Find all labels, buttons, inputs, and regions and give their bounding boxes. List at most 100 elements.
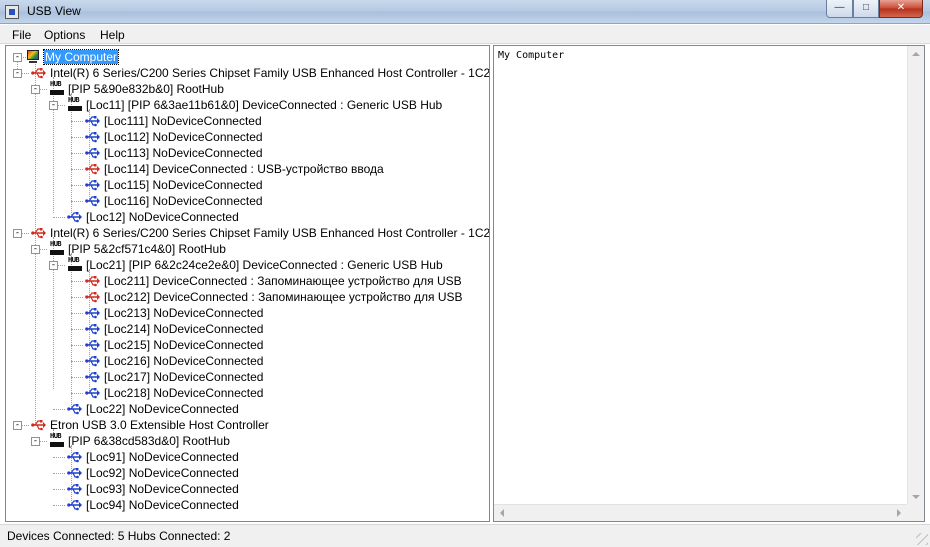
horizontal-scrollbar[interactable] [494, 504, 907, 521]
usb-port-icon [67, 402, 83, 416]
usb-port-icon [67, 210, 83, 224]
usb-port-icon [67, 482, 83, 496]
detail-pane[interactable]: My Computer [493, 45, 925, 522]
tree-node-label: [Loc213] NoDeviceConnected [104, 306, 264, 320]
tree-node-label: [Loc212] DeviceConnected : Запоминающее … [104, 290, 463, 304]
menu-help[interactable]: Help [100, 28, 125, 42]
resize-grip-icon[interactable] [916, 533, 928, 545]
tree-node-label: My Computer [42, 49, 120, 65]
usb-device-connected-icon [31, 66, 47, 80]
tree-node[interactable]: [Loc113] NoDeviceConnected [6, 145, 486, 161]
app-icon [5, 5, 19, 19]
collapse-toggle-icon[interactable]: - [31, 85, 40, 94]
usb-device-connected-icon [85, 162, 101, 176]
tree-node-label: [Loc12] NoDeviceConnected [86, 210, 239, 224]
scroll-down-icon[interactable] [912, 495, 920, 499]
minimize-button[interactable]: — [826, 0, 853, 18]
tree-node-label: [Loc115] NoDeviceConnected [104, 178, 263, 192]
tree-node[interactable]: [Loc92] NoDeviceConnected [6, 465, 486, 481]
tree-node-label: [Loc92] NoDeviceConnected [86, 466, 239, 480]
menu-options[interactable]: Options [44, 28, 85, 42]
tree-node[interactable]: - HUB [Loc21] [PIP 6&2c24ce2e&0] DeviceCon… [6, 257, 486, 273]
tree-node-label: Etron USB 3.0 Extensible Host Controller [50, 418, 269, 432]
usb-hub-icon: HUB [49, 433, 65, 448]
tree-node-label: [Loc215] NoDeviceConnected [104, 338, 264, 352]
tree-node[interactable]: - HUB [PIP 6&38cd583d&0] RootHub [6, 433, 486, 449]
usb-port-icon [85, 130, 101, 144]
tree-node-label: [Loc93] NoDeviceConnected [86, 482, 239, 496]
device-tree[interactable]: - My Computer - Intel(R) 6 Series/C200 Seri… [5, 45, 490, 522]
usb-hub-icon: HUB [67, 97, 83, 112]
tree-node-label: [Loc91] NoDeviceConnected [86, 450, 239, 464]
tree-node-label: [Loc94] NoDeviceConnected [86, 498, 239, 512]
scroll-right-icon[interactable] [897, 509, 901, 517]
tree-node-label: [PIP 5&2cf571c4&0] RootHub [68, 242, 226, 256]
tree-node[interactable]: [Loc213] NoDeviceConnected [6, 305, 486, 321]
tree-node-label: [Loc211] DeviceConnected : Запоминающее … [104, 274, 462, 288]
tree-node[interactable]: [Loc111] NoDeviceConnected [6, 113, 486, 129]
usb-device-connected-icon [85, 274, 101, 288]
collapse-toggle-icon[interactable]: - [31, 437, 40, 446]
tree-node[interactable]: - Intel(R) 6 Series/C200 Series Chipset F… [6, 225, 489, 241]
collapse-toggle-icon[interactable]: - [13, 421, 22, 430]
tree-node[interactable]: [Loc94] NoDeviceConnected [6, 497, 486, 513]
tree-node-label: [Loc22] NoDeviceConnected [86, 402, 239, 416]
tree-node-label: [Loc214] NoDeviceConnected [104, 322, 264, 336]
usb-hub-icon: HUB [49, 81, 65, 96]
collapse-toggle-icon[interactable]: - [13, 53, 22, 62]
tree-node[interactable]: - Intel(R) 6 Series/C200 Series Chipset F… [6, 65, 489, 81]
tree-node[interactable]: [Loc115] NoDeviceConnected [6, 177, 486, 193]
tree-node[interactable]: [Loc116] NoDeviceConnected [6, 193, 486, 209]
usb-device-connected-icon [31, 418, 47, 432]
menu-bar: File Options Help [0, 25, 930, 44]
tree-node[interactable]: [Loc112] NoDeviceConnected [6, 129, 486, 145]
collapse-toggle-icon[interactable]: - [49, 101, 58, 110]
usb-port-icon [85, 338, 101, 352]
collapse-toggle-icon[interactable]: - [49, 261, 58, 270]
tree-node[interactable]: [Loc211] DeviceConnected : Запоминающее … [6, 273, 486, 289]
collapse-toggle-icon[interactable]: - [31, 245, 40, 254]
tree-node[interactable]: - HUB [PIP 5&2cf571c4&0] RootHub [6, 241, 486, 257]
window-title: USB View [27, 4, 81, 18]
usb-port-icon [85, 322, 101, 336]
scroll-up-icon[interactable] [912, 52, 920, 56]
tree-node[interactable]: [Loc91] NoDeviceConnected [6, 449, 486, 465]
tree-node[interactable]: - My Computer [6, 49, 486, 65]
tree-node-label: [PIP 6&38cd583d&0] RootHub [68, 434, 230, 448]
usb-port-icon [67, 450, 83, 464]
collapse-toggle-icon[interactable]: - [13, 229, 22, 238]
collapse-toggle-icon[interactable]: - [13, 69, 22, 78]
title-bar: USB View — □ ✕ [0, 0, 930, 24]
tree-node-label: [Loc112] NoDeviceConnected [104, 130, 263, 144]
menu-file[interactable]: File [12, 28, 31, 42]
tree-node-label: [Loc21] [PIP 6&2c24ce2e&0] DeviceConnect… [86, 258, 443, 272]
tree-node-label: [Loc113] NoDeviceConnected [104, 146, 263, 160]
usb-hub-icon: HUB [67, 257, 83, 272]
tree-node[interactable]: - HUB [PIP 5&90e832b&0] RootHub [6, 81, 486, 97]
usb-port-icon [85, 386, 101, 400]
tree-node[interactable]: [Loc212] DeviceConnected : Запоминающее … [6, 289, 486, 305]
tree-node[interactable]: [Loc216] NoDeviceConnected [6, 353, 486, 369]
tree-node[interactable]: [Loc214] NoDeviceConnected [6, 321, 486, 337]
tree-node-label: [Loc218] NoDeviceConnected [104, 386, 264, 400]
usb-port-icon [85, 354, 101, 368]
close-button[interactable]: ✕ [879, 0, 923, 18]
status-text: Devices Connected: 5 Hubs Connected: 2 [7, 529, 231, 543]
maximize-button[interactable]: □ [853, 0, 879, 18]
tree-node[interactable]: [Loc215] NoDeviceConnected [6, 337, 486, 353]
vertical-scrollbar[interactable] [907, 46, 924, 505]
tree-node[interactable]: [Loc93] NoDeviceConnected [6, 481, 486, 497]
tree-node-label: [Loc217] NoDeviceConnected [104, 370, 264, 384]
usb-port-icon [67, 466, 83, 480]
tree-node[interactable]: [Loc217] NoDeviceConnected [6, 369, 486, 385]
tree-node[interactable]: [Loc218] NoDeviceConnected [6, 385, 486, 401]
tree-node[interactable]: [Loc12] NoDeviceConnected [6, 209, 486, 225]
usb-port-icon [85, 194, 101, 208]
tree-node[interactable]: [Loc114] DeviceConnected : USB-устройств… [6, 161, 486, 177]
tree-node[interactable]: - HUB [Loc11] [PIP 6&3ae11b61&0] DeviceCon… [6, 97, 486, 113]
usb-port-icon [67, 498, 83, 512]
scroll-left-icon[interactable] [500, 509, 504, 517]
scrollbar-corner [907, 504, 924, 521]
tree-node[interactable]: - Etron USB 3.0 Extensible Host Controlle… [6, 417, 486, 433]
tree-node[interactable]: [Loc22] NoDeviceConnected [6, 401, 486, 417]
